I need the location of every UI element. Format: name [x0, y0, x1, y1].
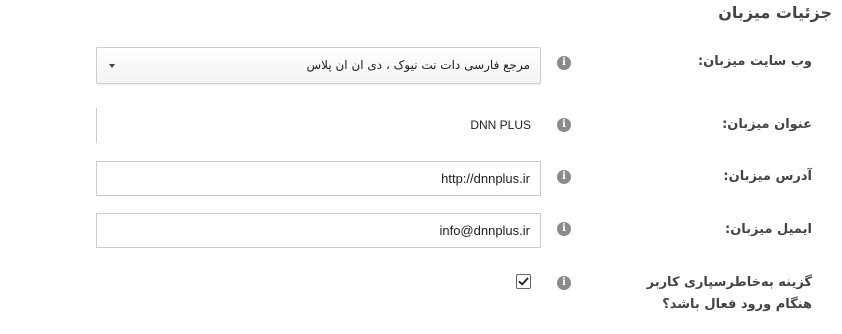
- host-website-select[interactable]: مرجع فارسی دات نت نیوک ، دی ان ان پلاس: [96, 47, 541, 84]
- host-email-label: ایمیل میزبان:: [725, 222, 812, 237]
- host-url-input[interactable]: http://dnnplus.ir: [96, 161, 541, 196]
- checkmark-icon: [518, 277, 529, 286]
- info-icon[interactable]: i: [557, 118, 571, 132]
- info-icon[interactable]: i: [557, 56, 571, 70]
- info-icon[interactable]: i: [557, 276, 571, 290]
- remember-login-checkbox[interactable]: [516, 274, 531, 289]
- host-url-label: آدرس میزبان:: [723, 169, 812, 184]
- host-email-input[interactable]: info@dnnplus.ir: [96, 213, 541, 248]
- info-icon[interactable]: i: [557, 222, 571, 236]
- host-website-label: وب سایت میزبان:: [697, 54, 812, 69]
- chevron-down-icon: [109, 64, 115, 68]
- remember-login-label: گزینه به‌خاطرسپاری کاربر هنگام ورود فعال…: [646, 275, 812, 312]
- host-name-value: DNN PLUS: [96, 108, 541, 143]
- host-website-selected-value: مرجع فارسی دات نت نیوک ، دی ان ان پلاس: [306, 58, 530, 72]
- host-name-label: عنوان میزبان:: [722, 117, 812, 132]
- section-title: جزئیات میزبان: [718, 3, 832, 22]
- info-icon[interactable]: i: [557, 170, 571, 184]
